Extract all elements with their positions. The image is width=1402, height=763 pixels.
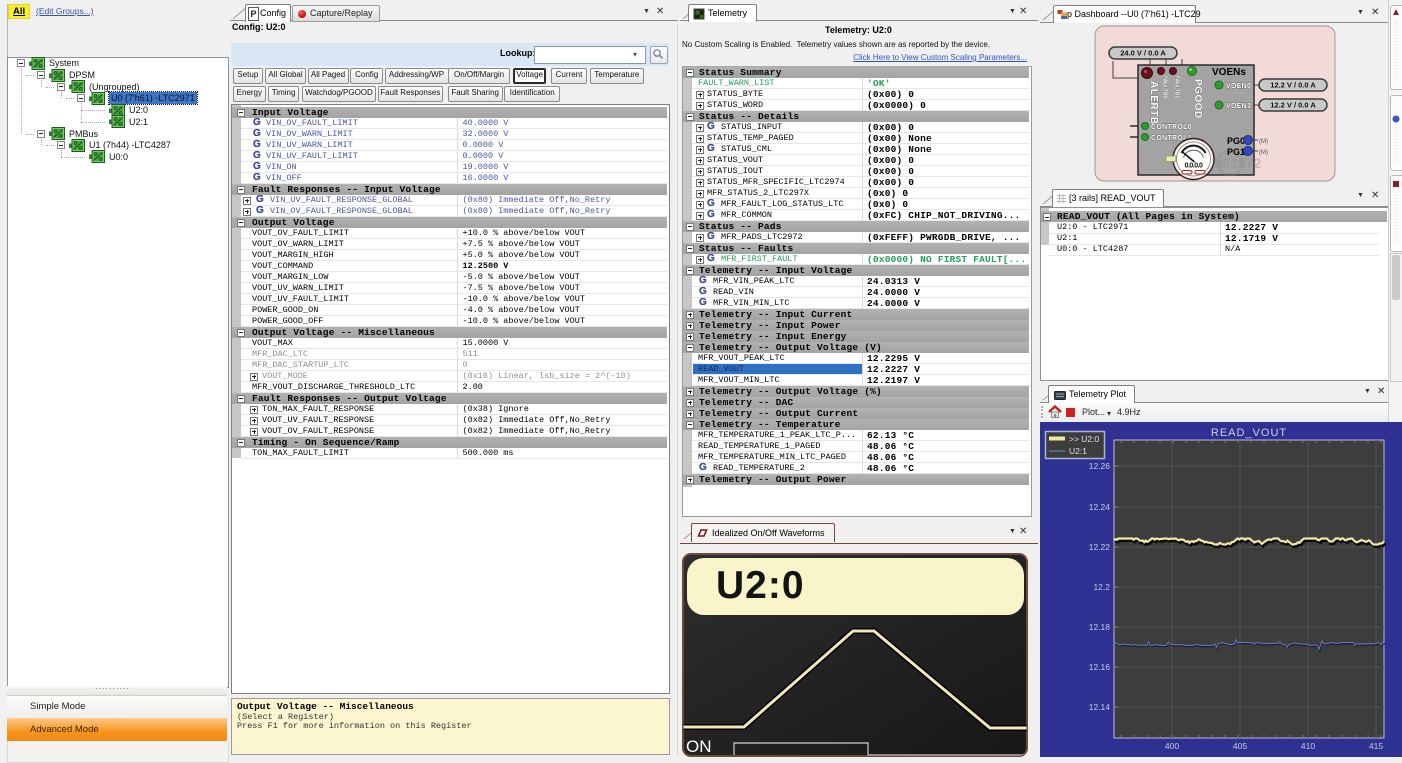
svg-text:ON: ON: [686, 737, 712, 756]
svg-text:PGOOD: PGOOD: [1192, 79, 1203, 119]
svg-text:FAULTB0: FAULTB0: [1162, 76, 1168, 98]
svg-text:12.16: 12.16: [1089, 662, 1111, 672]
svg-text:12.14: 12.14: [1089, 702, 1111, 712]
svg-text:PG0: PG0: [1227, 136, 1245, 146]
svg-text:ALERTB: ALERTB: [1148, 81, 1159, 125]
svg-text:VOEN1: VOEN1: [1226, 103, 1251, 110]
svg-text:PG1: PG1: [1227, 147, 1245, 157]
svg-text:12.2: 12.2: [1093, 582, 1110, 592]
svg-text:0.0.0.0: 0.0.0.0: [1185, 163, 1204, 170]
svg-text:12.26: 12.26: [1089, 461, 1111, 471]
svg-text:FAULTB1: FAULTB1: [1174, 76, 1180, 98]
svg-text:12.2 V / 0.0 A: 12.2 V / 0.0 A: [1270, 81, 1316, 90]
svg-text:12.22: 12.22: [1089, 542, 1111, 552]
svg-text:410: 410: [1301, 741, 1315, 751]
svg-text:U2:0: U2:0: [716, 564, 805, 607]
svg-text:12.2 V / 0.0 A: 12.2 V / 0.0 A: [1270, 101, 1316, 110]
svg-text:12.18: 12.18: [1089, 622, 1111, 632]
svg-text:VOENs: VOENs: [1212, 67, 1246, 78]
svg-text:405: 405: [1233, 741, 1247, 751]
svg-text:READ_VOUT: READ_VOUT: [1211, 427, 1287, 439]
svg-text:(M): (M): [1259, 150, 1268, 156]
svg-text:VOEN0: VOEN0: [1226, 83, 1251, 90]
svg-text:12.24: 12.24: [1089, 502, 1111, 512]
svg-text:(M): (M): [1259, 139, 1268, 145]
svg-text:>> U2:0: >> U2:0: [1069, 434, 1100, 444]
svg-text:24.0 V / 0.0 A: 24.0 V / 0.0 A: [1120, 49, 1166, 58]
svg-text:CONTROL0: CONTROL0: [1151, 124, 1192, 131]
svg-text:U2:1: U2:1: [1069, 446, 1087, 456]
svg-text:415: 415: [1369, 741, 1383, 751]
svg-text:400: 400: [1165, 741, 1179, 751]
